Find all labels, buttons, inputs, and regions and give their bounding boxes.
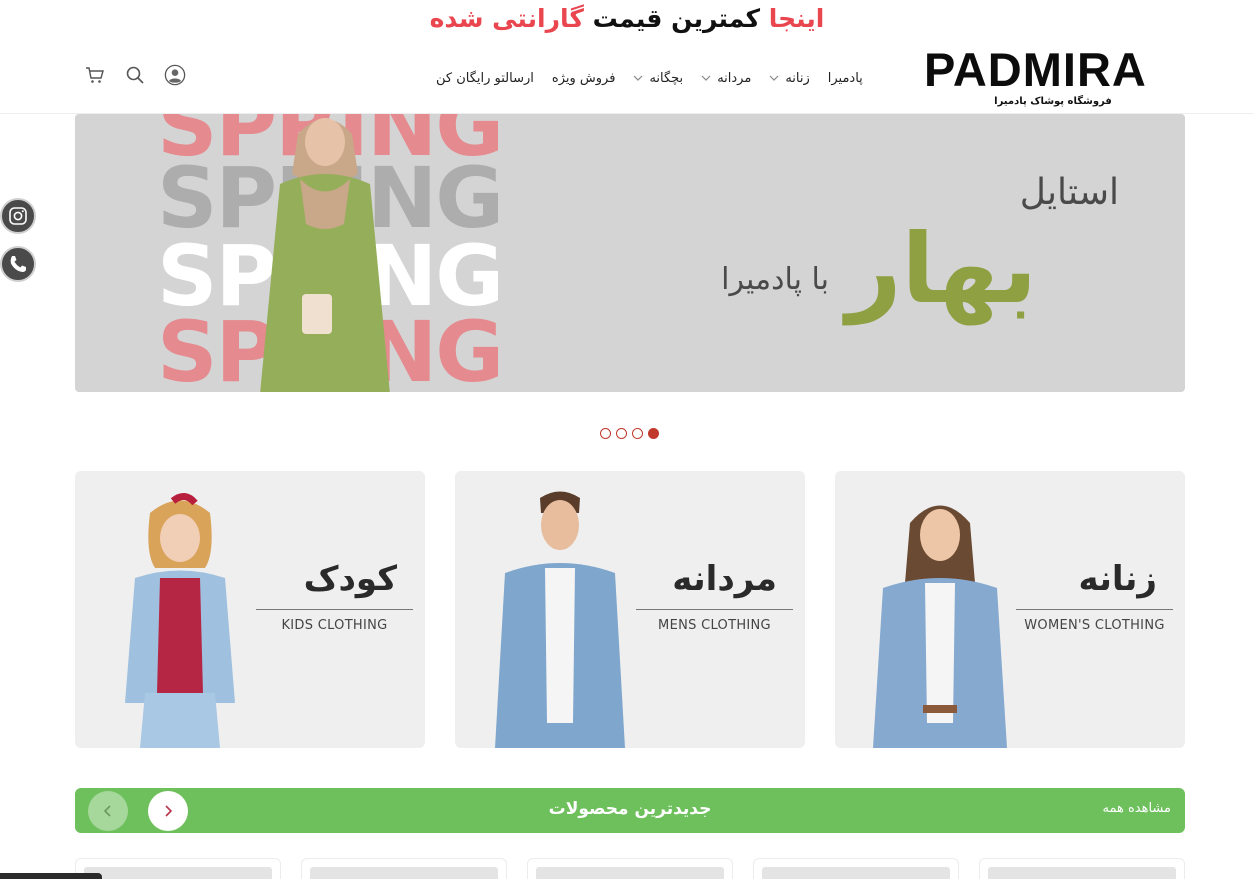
floating-chat-tab[interactable] — [0, 873, 102, 879]
product-card[interactable] — [979, 858, 1185, 879]
site-header: PADMIRA فروشگاه پوشاک پادمیرا پادمیرا زن… — [0, 40, 1254, 114]
category-divider — [256, 609, 413, 610]
promo-part3: گارانتی شده — [429, 4, 584, 33]
search-icon — [126, 66, 144, 84]
instagram-icon — [9, 207, 27, 225]
new-products-title: جدیدترین محصولات — [548, 799, 712, 819]
product-image — [536, 867, 724, 879]
hero-title-line3: با پادمیرا — [721, 262, 829, 297]
search-button[interactable] — [124, 64, 146, 86]
hero-title-line2: بهار — [846, 213, 1037, 325]
nav-item-kids[interactable]: بچگانه — [633, 71, 683, 86]
cart-icon — [86, 67, 104, 83]
product-image — [988, 867, 1176, 879]
category-title-en: KIDS CLOTHING — [281, 618, 388, 633]
promo-banner: اینجا کمترین قیمت گارانتی شده — [0, 2, 1254, 36]
category-title-en: WOMEN'S CLOTHING — [1024, 618, 1165, 633]
product-card[interactable] — [753, 858, 959, 879]
header-icons — [84, 64, 186, 86]
promo-part2: کمترین قیمت — [592, 4, 761, 33]
nav-item-label: ارسالتو رایگان کن — [436, 70, 534, 86]
hero-model-image — [260, 118, 390, 392]
cart-button[interactable] — [84, 64, 106, 86]
slider-dot-active[interactable] — [648, 428, 659, 439]
category-card-women[interactable]: زنانه WOMEN'S CLOTHING — [835, 471, 1185, 748]
nav-item-free-shipping[interactable]: ارسالتو رایگان کن — [436, 71, 534, 86]
main-nav: پادمیرا زنانه مردانه بچگانه فروش ویژه ار… — [436, 68, 863, 88]
account-button[interactable] — [164, 64, 186, 86]
category-title-fa: زنانه — [1078, 559, 1157, 599]
hero-title-line1: استایل — [1019, 172, 1119, 213]
category-divider — [1016, 609, 1173, 610]
chevron-down-icon — [701, 75, 711, 81]
view-all-link[interactable]: مشاهده همه — [1103, 801, 1172, 816]
slider-dot[interactable] — [632, 428, 643, 439]
slider-dot[interactable] — [600, 428, 611, 439]
category-divider — [636, 609, 793, 610]
category-card-men[interactable]: مردانه MENS CLOTHING — [455, 471, 805, 748]
nav-item-padmira[interactable]: پادمیرا — [828, 71, 863, 86]
product-image — [762, 867, 950, 879]
nav-item-men[interactable]: مردانه — [701, 71, 751, 86]
instagram-button[interactable] — [0, 198, 36, 234]
nav-item-label: بچگانه — [649, 70, 684, 86]
category-title-fa: کودک — [303, 559, 397, 599]
nav-item-label: مردانه — [717, 70, 752, 86]
nav-item-label: پادمیرا — [827, 70, 863, 86]
new-products-bar: جدیدترین محصولات مشاهده همه — [75, 788, 1185, 833]
category-title-fa: مردانه — [672, 559, 777, 599]
phone-button[interactable] — [0, 246, 36, 282]
phone-icon — [10, 256, 26, 272]
women-model-image — [873, 505, 1007, 748]
chevron-down-icon — [769, 75, 779, 81]
men-model-image — [495, 491, 625, 748]
promo-part1: اینجا — [768, 4, 825, 33]
category-title-en: MENS CLOTHING — [658, 618, 771, 633]
logo-subtitle: فروشگاه پوشاک پادمیرا — [994, 96, 1112, 107]
chevron-down-icon — [634, 75, 643, 81]
product-card[interactable] — [75, 858, 281, 879]
nav-item-label: زنانه — [785, 70, 810, 86]
logo-word: PADMIRA — [924, 43, 1147, 96]
slider-dot[interactable] — [616, 428, 627, 439]
category-card-kids[interactable]: کودک KIDS CLOTHING — [75, 471, 425, 748]
site-logo[interactable]: PADMIRA فروشگاه پوشاک پادمیرا — [924, 46, 1180, 112]
slider-dots — [600, 428, 659, 439]
hero-slider[interactable]: SPRING SPRING SPRING SPRING استایل بهار … — [75, 114, 1185, 392]
nav-item-label: فروش ویژه — [551, 70, 616, 86]
nav-item-special-sale[interactable]: فروش ویژه — [552, 71, 616, 86]
product-card[interactable] — [527, 858, 733, 879]
product-card[interactable] — [301, 858, 507, 879]
nav-item-women[interactable]: زنانه — [769, 70, 810, 86]
product-image — [310, 867, 498, 879]
user-icon — [164, 64, 186, 86]
product-image — [84, 867, 272, 879]
kids-model-image — [125, 493, 235, 748]
